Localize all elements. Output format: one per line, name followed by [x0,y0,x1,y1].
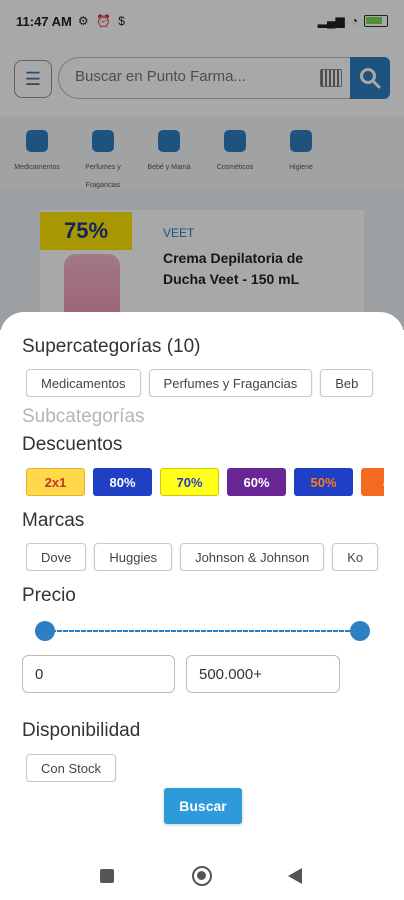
availability-list: Con Stock [26,754,384,782]
recents-icon[interactable] [100,869,114,883]
discount-chip[interactable]: 70% [160,468,219,496]
brand-chip[interactable]: Johnson & Johnson [180,543,325,571]
discounts-list: 2x1 80% 70% 60% 50% 40 [26,468,384,508]
supercategories-title: Supercategorías (10) [22,336,201,357]
price-max-input[interactable] [186,655,340,693]
discount-chip[interactable]: 50% [294,468,353,496]
discounts-title: Descuentos [22,434,123,455]
price-min-input[interactable] [22,655,175,693]
brand-chip[interactable]: Dove [26,543,87,571]
back-icon[interactable] [288,868,302,884]
supercategory-chip[interactable]: Beb [320,369,374,397]
supercategory-chip[interactable]: Medicamentos [26,369,141,397]
supercategory-chip[interactable]: Perfumes y Fragancias [148,369,313,397]
brand-chip[interactable]: Ko [332,543,379,571]
subcategories-title: Subcategorías [22,406,145,427]
discount-chip[interactable]: 40 [361,468,384,496]
home-icon[interactable] [192,866,212,886]
price-slider-min-handle[interactable] [35,621,55,641]
brands-list: Dove Huggies Johnson & Johnson Ko [26,543,384,571]
availability-title: Disponibilidad [22,720,141,741]
discount-chip[interactable]: 2x1 [26,468,85,496]
submit-search-button[interactable]: Buscar [164,788,242,824]
discount-chip[interactable]: 60% [227,468,286,496]
availability-chip[interactable]: Con Stock [26,754,116,782]
price-title: Precio [22,585,76,606]
filter-sheet: Supercategorías (10) Medicamentos Perfum… [0,312,404,842]
discount-chip[interactable]: 80% [93,468,152,496]
discount-chip-selected[interactable]: 70% [160,468,219,508]
brands-title: Marcas [22,510,85,531]
brand-chip[interactable]: Huggies [94,543,173,571]
system-nav-bar [0,842,404,900]
price-slider-max-handle[interactable] [350,621,370,641]
price-slider-ticks [44,629,360,633]
supercategories-list: Medicamentos Perfumes y Fragancias Beb [26,369,384,397]
modal-backdrop[interactable] [0,0,404,330]
